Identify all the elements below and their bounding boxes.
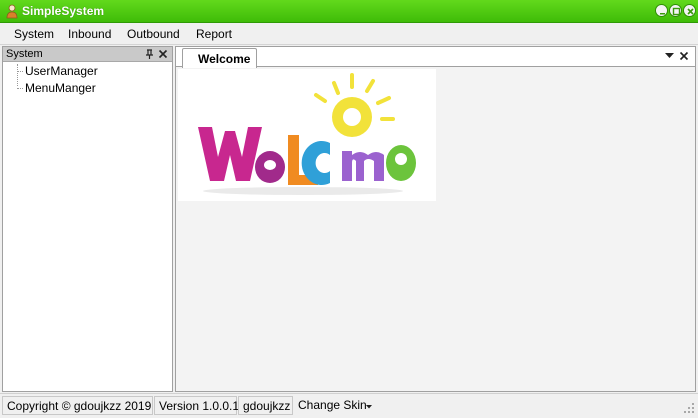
window-title: SimpleSystem xyxy=(22,4,105,18)
chevron-down-icon[interactable] xyxy=(665,53,674,59)
chevron-down-icon[interactable] xyxy=(366,405,372,409)
status-bar: Copyright © gdoujkzz 2019 Version 1.0.0.… xyxy=(0,393,698,416)
menu-report[interactable]: Report xyxy=(196,27,232,41)
copyright-text: Copyright © gdoujkzz 2019 xyxy=(7,399,152,413)
tab-welcome[interactable]: Welcome xyxy=(182,48,257,68)
user-text: gdoujkzz xyxy=(243,399,291,413)
close-icon[interactable] xyxy=(158,49,168,59)
change-skin-button[interactable]: Change Skin xyxy=(298,398,367,412)
tree-item-label: UserManager xyxy=(25,64,98,78)
system-panel: System UserManager MenuManger xyxy=(2,46,173,392)
title-bar[interactable]: SimpleSystem xyxy=(0,0,698,23)
tab-strip: Welcome xyxy=(176,47,695,68)
maximize-icon xyxy=(672,7,681,16)
menu-system[interactable]: System xyxy=(14,27,54,41)
panel-header: System xyxy=(3,47,172,62)
tree-connector xyxy=(17,88,23,89)
menu-inbound[interactable]: Inbound xyxy=(68,27,111,41)
close-button[interactable] xyxy=(683,4,696,17)
copyright-cell: Copyright © gdoujkzz 2019 xyxy=(2,396,153,415)
resize-grip-icon[interactable] xyxy=(684,403,695,414)
tree-item-label: MenuManger xyxy=(25,81,96,95)
version-text: Version 1.0.0.1 xyxy=(159,399,240,413)
tree-connector xyxy=(17,71,23,72)
tab-label: Welcome xyxy=(198,52,251,66)
menu-outbound[interactable]: Outbound xyxy=(127,27,180,41)
document-area: Welcome xyxy=(175,46,696,392)
version-cell: Version 1.0.0.1 xyxy=(154,396,240,415)
maximize-button[interactable] xyxy=(669,4,682,17)
close-icon[interactable] xyxy=(679,51,689,61)
pin-icon[interactable] xyxy=(145,49,154,60)
tree-connector xyxy=(17,64,18,86)
welcome-image xyxy=(178,69,436,201)
welcome-graphic xyxy=(198,73,416,195)
minimize-icon xyxy=(660,13,665,15)
app-icon xyxy=(6,4,18,19)
user-cell: gdoujkzz xyxy=(238,396,293,415)
minimize-button[interactable] xyxy=(655,4,668,17)
menu-bar: System Inbound Outbound Report xyxy=(0,23,698,45)
panel-title: System xyxy=(6,48,43,60)
close-icon xyxy=(687,8,694,15)
